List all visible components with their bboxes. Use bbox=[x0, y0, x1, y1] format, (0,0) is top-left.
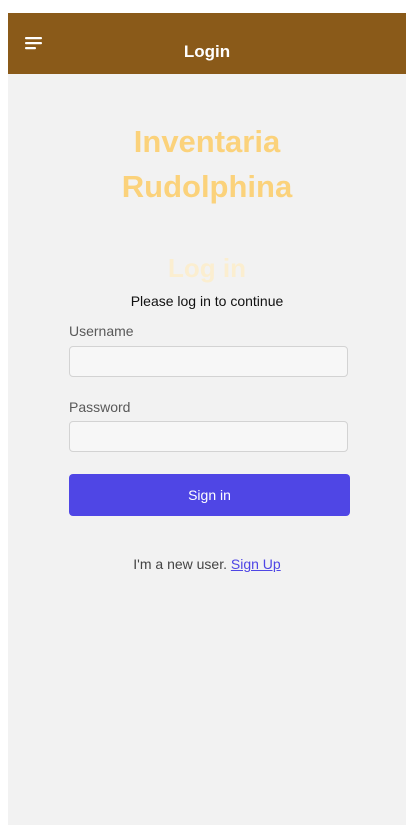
app-header: Login bbox=[8, 13, 406, 74]
signup-prompt-row: I'm a new user. Sign Up bbox=[8, 555, 406, 573]
hamburger-menu-icon bbox=[25, 37, 42, 50]
password-label: Password bbox=[69, 399, 131, 415]
signup-prompt-text: I'm a new user. bbox=[133, 556, 227, 572]
login-subtitle: Please log in to continue bbox=[130, 293, 284, 309]
header-title: Login bbox=[183, 42, 231, 61]
app-title-line2: Rudolphina bbox=[121, 169, 293, 204]
app-title: Inventaria Rudolphina bbox=[8, 119, 406, 209]
sign-in-button[interactable]: Sign in bbox=[69, 474, 350, 516]
app-title-line1: Inventaria bbox=[133, 124, 281, 159]
username-label: Username bbox=[69, 323, 134, 339]
username-input[interactable] bbox=[69, 346, 348, 377]
signup-link[interactable]: Sign Up bbox=[231, 556, 281, 572]
login-screen: Login Inventaria Rudolphina Log in Pleas… bbox=[8, 13, 406, 825]
login-heading: Log in bbox=[168, 253, 246, 283]
menu-button[interactable] bbox=[23, 33, 45, 53]
password-input[interactable] bbox=[69, 421, 348, 452]
